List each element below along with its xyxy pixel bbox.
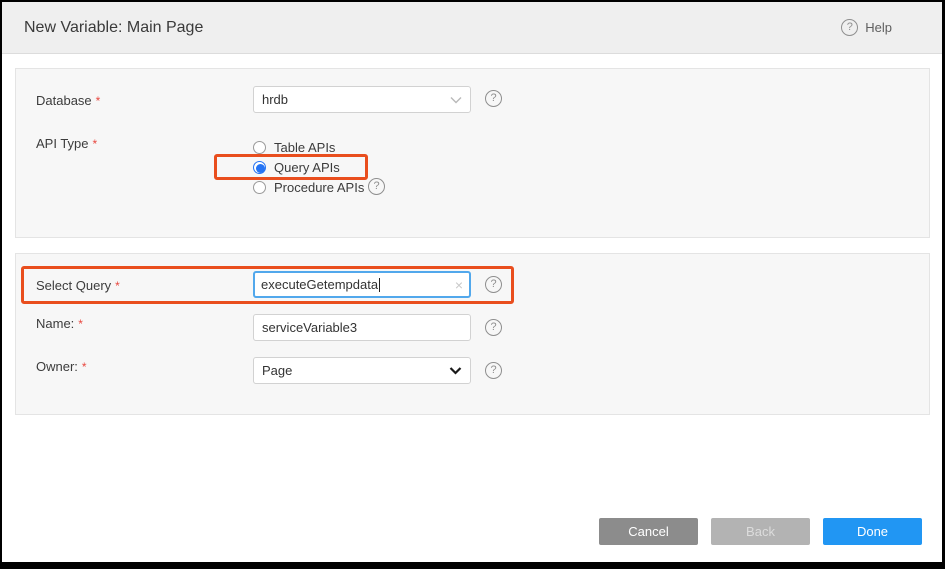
radio-procedure-apis-label: Procedure APIs (274, 180, 364, 195)
radio-selected-icon (253, 161, 266, 174)
required-asterisk: * (115, 279, 120, 293)
done-button[interactable]: Done (823, 518, 922, 545)
select-query-label: Select Query* (36, 278, 120, 293)
radio-query-apis[interactable]: Query APIs (253, 159, 340, 175)
database-select[interactable]: hrdb (253, 86, 471, 113)
owner-select[interactable]: Page (253, 357, 471, 384)
name-input[interactable] (253, 314, 471, 341)
radio-table-apis-label: Table APIs (274, 140, 335, 155)
clear-icon[interactable]: × (455, 278, 463, 292)
api-type-label: API Type* (36, 136, 97, 151)
required-asterisk: * (93, 137, 98, 151)
dialog-header: New Variable: Main Page ? Help (2, 2, 942, 54)
radio-unselected-icon (253, 141, 266, 154)
text-caret (379, 278, 380, 292)
name-label: Name:* (36, 316, 83, 331)
name-help-icon[interactable]: ? (485, 319, 502, 336)
query-details-panel: Select Query* executeGetempdata × ? Name… (15, 253, 930, 415)
radio-unselected-icon (253, 181, 266, 194)
radio-procedure-apis[interactable]: Procedure APIs (253, 179, 364, 195)
select-query-input[interactable]: executeGetempdata × (253, 271, 471, 298)
help-link[interactable]: ? Help (841, 19, 892, 36)
select-query-help-icon[interactable]: ? (485, 276, 502, 293)
required-asterisk: * (96, 94, 101, 108)
database-label: Database* (36, 93, 100, 108)
owner-help-icon[interactable]: ? (485, 362, 502, 379)
help-question-icon: ? (841, 19, 858, 36)
radio-table-apis[interactable]: Table APIs (253, 139, 335, 155)
database-select-value: hrdb (262, 92, 288, 107)
chevron-down-icon (449, 366, 462, 375)
api-type-help-icon[interactable]: ? (368, 178, 385, 195)
required-asterisk: * (82, 360, 87, 374)
owner-select-value: Page (262, 363, 292, 378)
dialog-title: New Variable: Main Page (24, 19, 841, 37)
chevron-down-icon (450, 96, 462, 104)
dialog-new-variable: New Variable: Main Page ? Help Database*… (2, 2, 942, 562)
cancel-button[interactable]: Cancel (599, 518, 698, 545)
select-query-value: executeGetempdata (261, 277, 378, 292)
back-button[interactable]: Back (711, 518, 810, 545)
owner-label: Owner:* (36, 359, 87, 374)
help-label: Help (865, 20, 892, 35)
database-api-panel: Database* hrdb ? API Type* Table APIs Qu… (15, 68, 930, 238)
database-help-icon[interactable]: ? (485, 90, 502, 107)
required-asterisk: * (78, 317, 83, 331)
radio-query-apis-label: Query APIs (274, 160, 340, 175)
